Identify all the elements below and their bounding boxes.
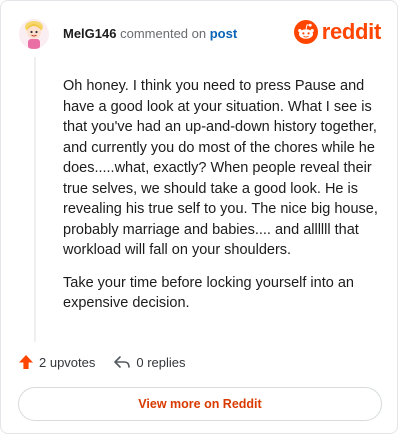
reply-count: 0 replies bbox=[136, 354, 186, 370]
upvote-arrow-icon[interactable] bbox=[18, 354, 34, 370]
post-link[interactable]: post bbox=[210, 26, 237, 41]
username[interactable]: MelG146 bbox=[63, 26, 116, 41]
reddit-snoo-icon bbox=[293, 20, 318, 44]
reddit-wordmark: reddit bbox=[321, 19, 382, 44]
upvote-button[interactable]: 2 upvotes bbox=[18, 354, 95, 370]
upvote-count: 2 upvotes bbox=[39, 354, 96, 370]
avatar[interactable] bbox=[19, 19, 49, 49]
action-text: commented on bbox=[120, 26, 207, 41]
comment-actions: 2 upvotes 0 replies bbox=[18, 354, 186, 370]
thread-line[interactable] bbox=[34, 57, 36, 342]
snoo-avatar-icon bbox=[19, 19, 49, 49]
reply-button[interactable]: 0 replies bbox=[113, 354, 186, 370]
comment-paragraph: Take your time before locking yourself i… bbox=[63, 274, 354, 312]
comment-header: MelG146 commented on post bbox=[63, 26, 237, 42]
view-more-button[interactable]: View more on Reddit bbox=[18, 387, 382, 421]
comment-card: MelG146 commented on post reddit Oh hone… bbox=[0, 0, 398, 434]
reddit-logo[interactable]: reddit bbox=[293, 18, 382, 46]
comment-body: Oh honey. I think you need to press Paus… bbox=[63, 76, 381, 326]
reply-arrow-icon[interactable] bbox=[113, 354, 131, 370]
comment-paragraph: Oh honey. I think you need to press Paus… bbox=[63, 78, 378, 258]
